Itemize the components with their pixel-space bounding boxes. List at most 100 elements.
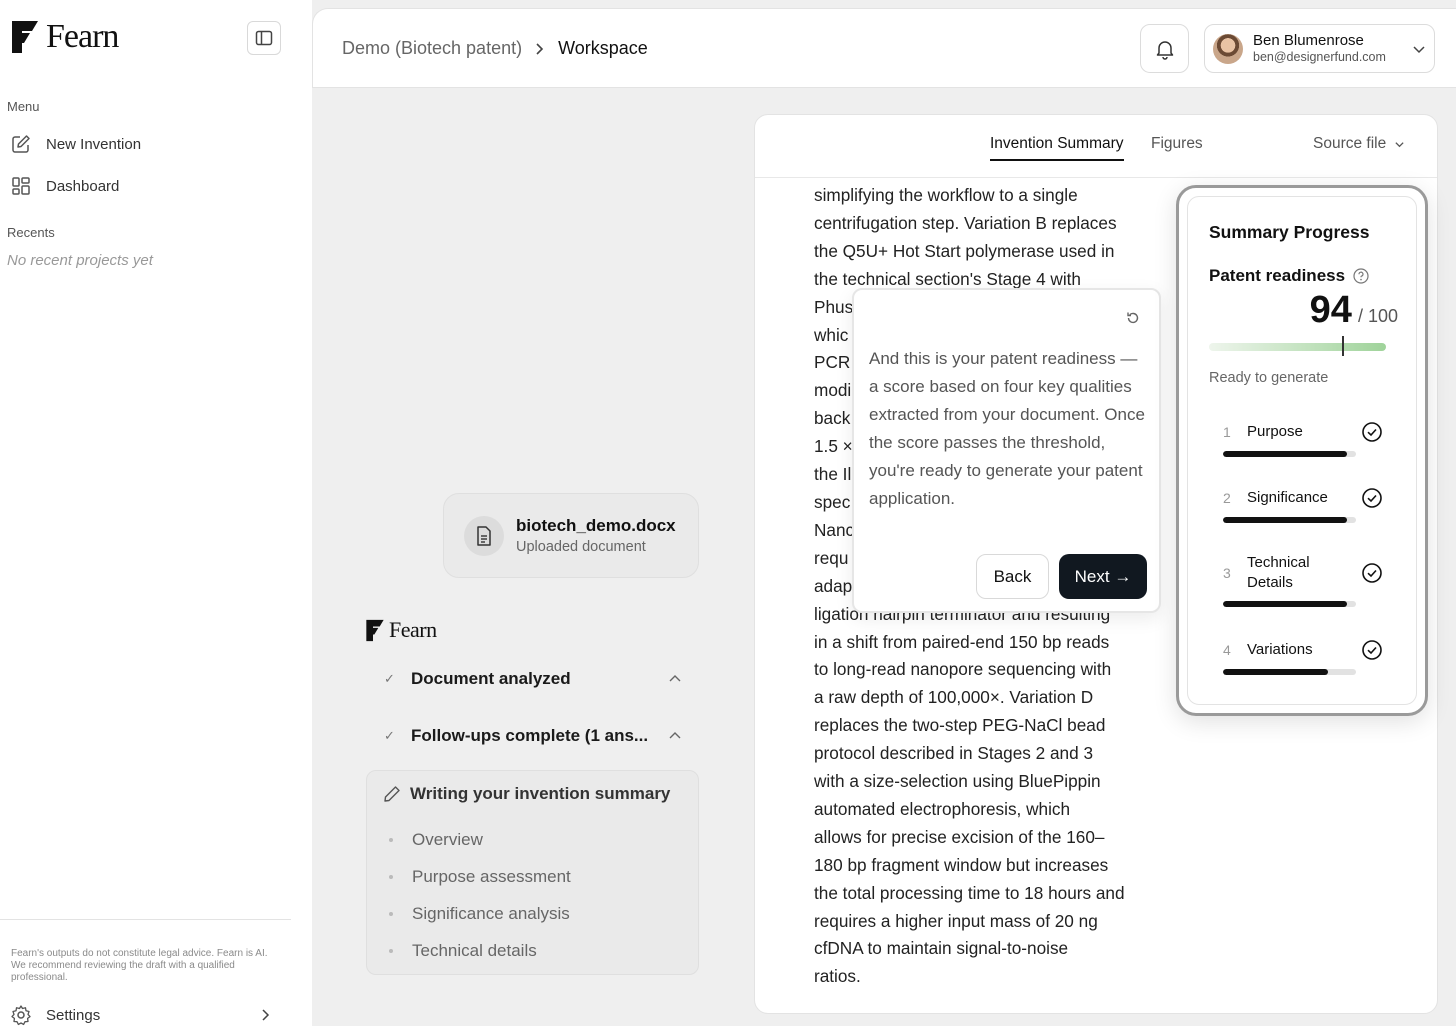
back-button[interactable]: Back xyxy=(976,554,1049,599)
breadcrumb-current: Workspace xyxy=(558,38,648,58)
doc-line: protocol described in Stages 2 and 3 xyxy=(814,743,1094,764)
source-file-label: Source file xyxy=(1313,135,1387,152)
doc-line: allows for precise excision of the 160– xyxy=(814,826,1105,847)
criterion-progress-fill xyxy=(1223,669,1329,675)
menu-label: Menu xyxy=(7,99,40,114)
doc-line: cfDNA to maintain signal-to-noise xyxy=(814,938,1069,959)
criterion-number: 1 xyxy=(1223,424,1231,440)
tab-invention-summary[interactable]: Invention Summary xyxy=(990,135,1124,161)
doc-line: the Q5U+ Hot Start polymerase used in xyxy=(814,240,1115,261)
doc-line: in a shift from paired-end 150 bp reads xyxy=(814,631,1110,652)
criterion-label: Variations xyxy=(1247,641,1313,658)
sidebar-item-new-invention[interactable]: New Invention xyxy=(10,133,141,155)
doc-line: a raw depth of 100,000×. Variation D xyxy=(814,687,1094,708)
step-follow-ups[interactable]: ✓ Follow-ups complete (1 ans... xyxy=(384,726,684,746)
uploaded-file-card[interactable]: biotech_demo.docx Uploaded document xyxy=(443,493,699,578)
doc-line: ratios. xyxy=(814,966,861,987)
document-icon xyxy=(464,515,504,556)
legal-disclaimer: Fearn's outputs do not constitute legal … xyxy=(11,948,268,983)
criterion-number: 2 xyxy=(1223,490,1231,506)
gear-icon xyxy=(11,1005,31,1026)
criterion-row[interactable]: 4 Variations xyxy=(1223,639,1383,675)
brand-name: Fearn xyxy=(46,18,119,55)
writing-step-title: Writing your invention summary xyxy=(383,784,670,804)
criterion-progress-fill xyxy=(1223,517,1347,523)
score-value: 94 xyxy=(1309,289,1352,331)
check-icon: ✓ xyxy=(384,728,395,743)
notifications-button[interactable] xyxy=(1140,24,1189,73)
file-subtitle: Uploaded document xyxy=(516,539,646,555)
criterion-progress-fill xyxy=(1223,451,1347,457)
user-name: Ben Blumenrose xyxy=(1253,31,1364,49)
restart-icon[interactable] xyxy=(1125,310,1141,326)
criterion-row[interactable]: 2 Significance xyxy=(1223,487,1383,523)
list-item: Purpose assessment xyxy=(389,858,571,895)
doc-tabs: Invention Summary Figures Source file xyxy=(755,115,1437,178)
criterion-row[interactable]: 1 Purpose xyxy=(1223,421,1383,457)
fearn-logo[interactable]: Fearn xyxy=(10,18,119,56)
chevron-down-icon xyxy=(1395,141,1404,147)
sub-step-list: Overview Purpose assessment Significance… xyxy=(389,821,571,969)
doc-line: the total processing time to 18 hours an… xyxy=(814,882,1125,903)
grid-icon xyxy=(12,177,30,195)
summary-progress-highlight: Summary Progress Patent readiness 94 / 1… xyxy=(1176,185,1428,716)
readiness-label-text: Patent readiness xyxy=(1209,266,1346,285)
user-menu-button[interactable]: Ben Blumenrose ben@designerfund.com xyxy=(1204,24,1435,73)
chevron-up-icon xyxy=(669,675,681,682)
pencil-icon xyxy=(384,786,400,802)
list-item: Significance analysis xyxy=(389,895,571,932)
check-circle-icon xyxy=(1362,488,1382,508)
writing-summary-card: Writing your invention summary Overview … xyxy=(366,770,699,975)
list-item: Overview xyxy=(389,821,571,858)
criterion-progress-fill xyxy=(1223,601,1347,607)
check-circle-icon xyxy=(1362,422,1382,442)
source-file-dropdown[interactable]: Source file xyxy=(1313,135,1405,153)
check-icon: ✓ xyxy=(384,671,395,686)
criterion-label: Significance xyxy=(1247,489,1328,506)
sidebar-item-dashboard[interactable]: Dashboard xyxy=(10,175,119,197)
score-max: / 100 xyxy=(1357,306,1398,326)
check-circle-icon xyxy=(1362,563,1382,583)
user-email: ben@designerfund.com xyxy=(1253,49,1386,64)
doc-line: requires a higher input mass of 20 ng xyxy=(814,910,1098,931)
tour-popover: And this is your patent readiness — a sc… xyxy=(852,288,1161,613)
settings-button[interactable]: Settings xyxy=(10,1004,272,1026)
step-label: Document analyzed xyxy=(411,669,571,688)
chevron-down-icon xyxy=(1413,45,1425,53)
criterion-number: 3 xyxy=(1223,565,1231,581)
tab-figures[interactable]: Figures xyxy=(1151,135,1203,153)
fearn-logo-icon xyxy=(12,21,38,53)
criterion-number: 4 xyxy=(1223,642,1231,658)
fearn-logo-small: Fearn xyxy=(365,617,437,643)
tour-text: And this is your patent readiness — a sc… xyxy=(869,349,1145,508)
readiness-bar xyxy=(1209,343,1386,351)
summary-progress-card: Summary Progress Patent readiness 94 / 1… xyxy=(1187,196,1417,705)
breadcrumb-project-link[interactable]: Demo (Biotech patent) xyxy=(342,38,522,59)
doc-line: with a size-selection using BluePippin xyxy=(814,771,1101,792)
readiness-status: Ready to generate xyxy=(1209,370,1329,386)
step-label: Follow-ups complete (1 ans... xyxy=(411,726,649,745)
sidebar-toggle-button[interactable] xyxy=(247,21,281,55)
doc-line: 180 bp fragment window but increases xyxy=(814,854,1109,875)
readiness-score: 94 / 100 xyxy=(1310,289,1398,332)
check-circle-icon xyxy=(1362,640,1382,660)
doc-line: replaces the two-step PEG-NaCl bead xyxy=(814,715,1106,736)
step-document-analyzed[interactable]: ✓ Document analyzed xyxy=(384,669,684,689)
doc-line: simplifying the workflow to a single xyxy=(814,185,1078,205)
doc-line: centrifugation step. Variation B replace… xyxy=(814,212,1117,233)
next-button[interactable]: Next → xyxy=(1059,554,1147,599)
doc-line: automated electrophoresis, which xyxy=(814,798,1071,819)
bell-icon xyxy=(1156,40,1173,60)
divider xyxy=(0,919,291,920)
top-header: Demo (Biotech patent) Workspace Ben Blum… xyxy=(312,8,1456,88)
recents-label: Recents xyxy=(7,225,55,240)
summary-progress-title: Summary Progress xyxy=(1209,222,1370,242)
criterion-row[interactable]: 3 Technical Details xyxy=(1223,553,1383,607)
help-icon[interactable] xyxy=(1353,268,1369,284)
list-item: Technical details xyxy=(389,932,571,969)
chevron-up-icon xyxy=(669,732,681,739)
recents-empty-text: No recent projects yet xyxy=(7,252,153,269)
patent-readiness-label: Patent readiness xyxy=(1209,266,1369,286)
fearn-logo-icon xyxy=(366,619,384,641)
criterion-label: Purpose xyxy=(1247,423,1303,440)
